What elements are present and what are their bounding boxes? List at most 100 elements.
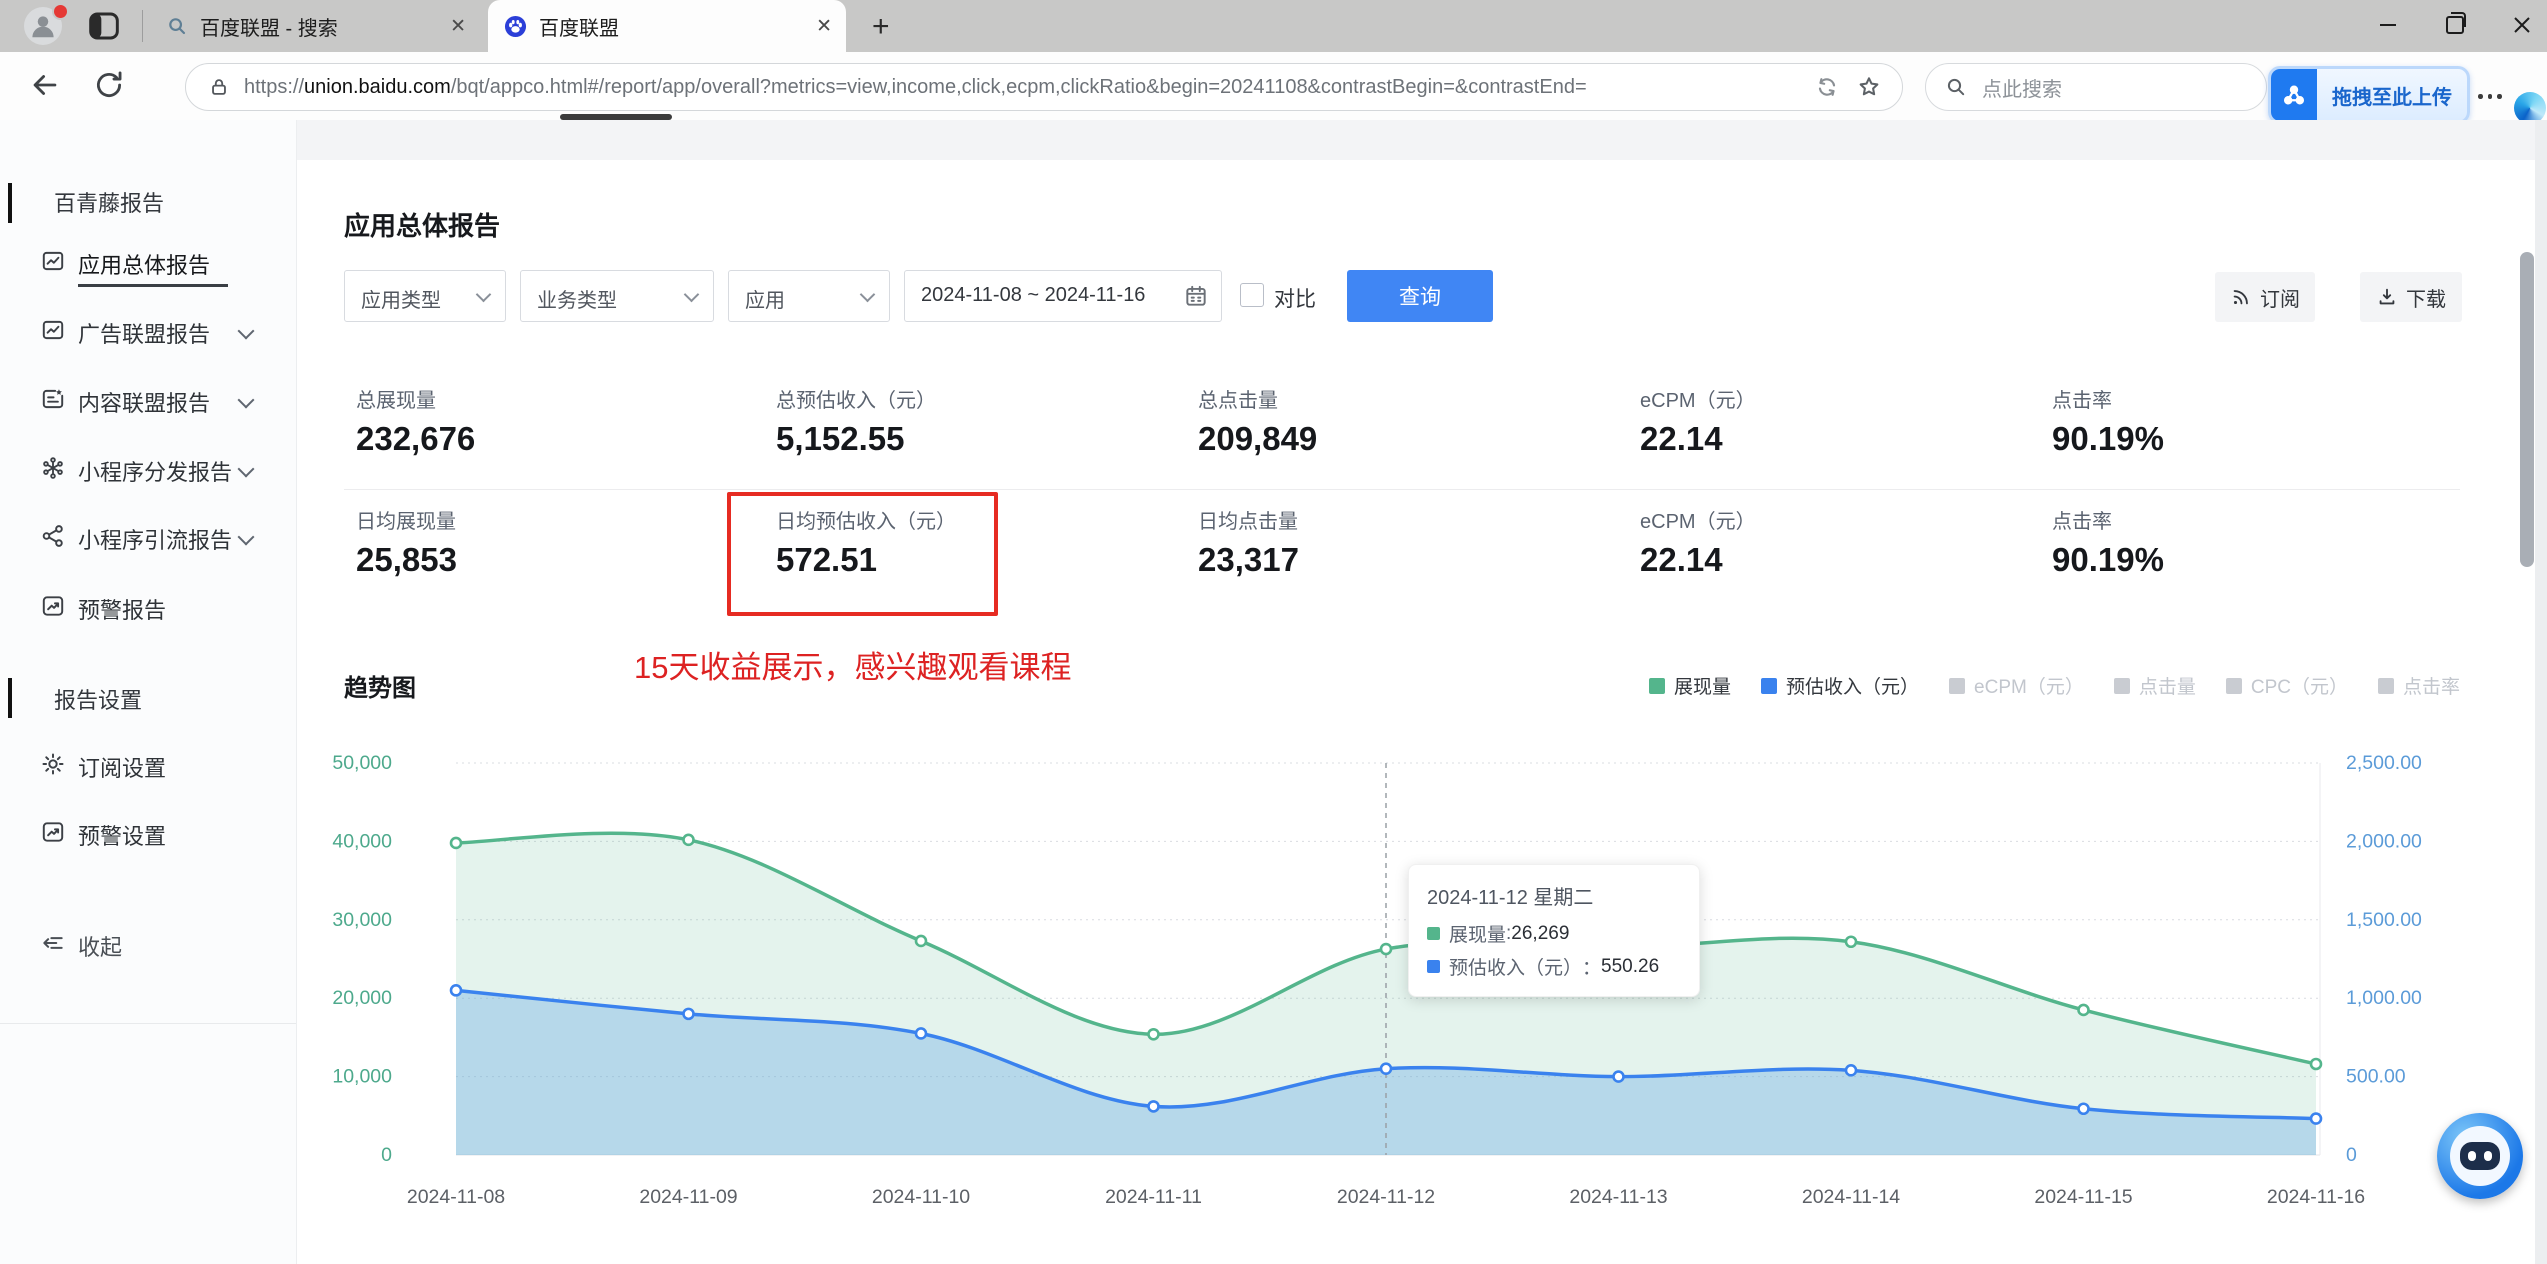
- distribution-icon: [40, 455, 66, 486]
- y-axis-tick-left: 30,000: [332, 909, 392, 931]
- y-axis-tick-right: 0: [2346, 1144, 2357, 1166]
- tooltip-date: 2024-11-12 星期二: [1427, 887, 1594, 909]
- data-point-marker[interactable]: [914, 934, 928, 948]
- sidebar-item-miniapp-distribution-report[interactable]: 小程序分发报告: [0, 447, 296, 491]
- compare-checkbox[interactable]: [1240, 283, 1264, 307]
- legend-item-ecpm[interactable]: eCPM（元）: [1949, 672, 2084, 699]
- search-icon: [166, 15, 188, 37]
- sidebar-item-content-union-report[interactable]: 内容联盟报告: [0, 378, 296, 422]
- gear-icon: [40, 751, 66, 782]
- chart-legend: 展现量 预估收入（元） eCPM（元） 点击量 CPC（元） 点击率: [1649, 672, 2460, 699]
- minimize-button[interactable]: [2358, 0, 2418, 50]
- sidebar-item-alert-report[interactable]: 预警报告: [0, 585, 296, 629]
- more-menu-button[interactable]: [2478, 94, 2502, 99]
- sidebar-section-reports: 百青藤报告: [54, 191, 165, 216]
- browser-tab-search[interactable]: 百度联盟 - 搜索 ✕: [150, 0, 480, 52]
- query-button[interactable]: 查询: [1347, 270, 1493, 322]
- x-axis-tick: 2024-11-13: [1569, 1186, 1667, 1208]
- data-point-marker[interactable]: [1844, 935, 1858, 949]
- y-axis-tick-left: 40,000: [332, 830, 392, 852]
- page-scrollbar-thumb[interactable]: [2520, 252, 2534, 567]
- data-point-marker[interactable]: [2309, 1112, 2323, 1125]
- back-button[interactable]: [28, 68, 62, 107]
- close-window-button[interactable]: [2492, 0, 2547, 50]
- y-axis-tick-left: 20,000: [332, 987, 392, 1009]
- data-point-marker[interactable]: [1379, 942, 1393, 956]
- y-axis-tick-left: 0: [381, 1144, 392, 1166]
- report-board-icon: [40, 248, 66, 279]
- business-type-select[interactable]: 业务类型: [520, 270, 714, 322]
- stat-value: 22.14: [1640, 420, 1723, 457]
- data-point-marker[interactable]: [1844, 1064, 1858, 1077]
- legend-item-ctr[interactable]: 点击率: [2377, 672, 2460, 699]
- stat-label: 点击率: [2052, 511, 2112, 533]
- stat-label: 总预估收入（元）: [776, 390, 936, 412]
- legend-item-view[interactable]: 展现量: [1649, 672, 1731, 699]
- download-icon: [2379, 288, 2395, 305]
- stat-value: 209,849: [1198, 420, 1318, 457]
- data-point-marker[interactable]: [449, 984, 463, 997]
- download-button[interactable]: 下载: [2360, 272, 2462, 322]
- data-point-marker[interactable]: [914, 1027, 928, 1040]
- stat-label: 日均点击量: [1198, 511, 1298, 533]
- alert-trend-icon: [40, 819, 66, 850]
- sidebar-item-miniapp-traffic-report[interactable]: 小程序引流报告: [0, 515, 296, 559]
- data-point-marker[interactable]: [1147, 1027, 1160, 1041]
- workspaces-icon[interactable]: [88, 11, 120, 46]
- data-point-marker[interactable]: [2077, 1102, 2090, 1116]
- data-point-marker[interactable]: [682, 1007, 695, 1021]
- chevron-down-icon: [237, 391, 255, 409]
- tab-divider: [142, 10, 143, 42]
- address-bar[interactable]: https://union.baidu.com/bqt/appco.html#/…: [185, 63, 1903, 111]
- data-point-marker[interactable]: [1612, 1070, 1625, 1083]
- data-point-marker[interactable]: [2309, 1057, 2323, 1071]
- assistant-robot-button[interactable]: [2437, 1113, 2523, 1199]
- date-range-picker[interactable]: 2024-11-08 ~ 2024-11-16: [904, 270, 1222, 322]
- new-tab-button[interactable]: +: [872, 10, 890, 44]
- x-axis-tick: 2024-11-10: [872, 1186, 970, 1208]
- page-top-strip: [296, 120, 2547, 160]
- calendar-icon: [1183, 283, 1209, 314]
- lock-icon[interactable]: [208, 76, 230, 98]
- data-point-marker[interactable]: [1147, 1100, 1160, 1113]
- browser-essentials-icon[interactable]: [1814, 74, 1840, 100]
- close-tab-icon[interactable]: ✕: [450, 15, 466, 38]
- subscribe-button[interactable]: 订阅: [2215, 272, 2315, 322]
- restore-button[interactable]: [2425, 0, 2485, 50]
- tooltip-row-income: 预估收入（元）： 550.26: [1427, 953, 1681, 980]
- sidebar-collapse-button[interactable]: 收起: [0, 922, 296, 966]
- sidebar-item-app-overall-report[interactable]: 应用总体报告: [0, 240, 296, 287]
- sidebar-item-label: 订阅设置: [78, 756, 167, 781]
- legend-item-click[interactable]: 点击量: [2113, 672, 2196, 699]
- netdisk-upload-button[interactable]: 拖拽至此上传: [2268, 66, 2470, 124]
- app-select[interactable]: 应用: [728, 270, 890, 322]
- favorite-star-icon[interactable]: [1856, 74, 1882, 100]
- window-scrollbar-track[interactable]: [2535, 120, 2547, 1264]
- data-point-marker[interactable]: [2077, 1003, 2090, 1017]
- x-axis-tick: 2024-11-15: [2034, 1186, 2132, 1208]
- sidebar-item-ad-union-report[interactable]: 广告联盟报告: [0, 309, 296, 353]
- legend-item-cpc[interactable]: CPC（元）: [2225, 672, 2348, 699]
- data-point-marker[interactable]: [1379, 1062, 1393, 1076]
- sidebar-item-alert-settings[interactable]: 预警设置: [0, 811, 296, 855]
- data-point-marker[interactable]: [449, 836, 463, 850]
- sidebar-item-label: 预警报告: [78, 598, 167, 623]
- stats-divider: [344, 489, 2460, 490]
- browser-toolbar: https://union.baidu.com/bqt/appco.html#/…: [0, 52, 2547, 124]
- sidebar-section-settings: 报告设置: [54, 688, 143, 713]
- legend-item-income[interactable]: 预估收入（元）: [1761, 672, 1919, 699]
- refresh-button[interactable]: [92, 68, 126, 107]
- stat-value: 23,317: [1198, 541, 1299, 578]
- app-type-select[interactable]: 应用类型: [344, 270, 506, 322]
- x-axis-tick: 2024-11-09: [639, 1186, 737, 1208]
- quick-search-box[interactable]: 点此搜索: [1925, 63, 2267, 111]
- browser-tab-baidu-union[interactable]: 百度联盟 ✕: [488, 0, 846, 52]
- chevron-down-icon: [859, 286, 876, 303]
- close-tab-icon[interactable]: ✕: [816, 15, 832, 38]
- content-report-icon: [40, 386, 66, 417]
- compare-label: 对比: [1274, 288, 1316, 311]
- sidebar-item-subscription-settings[interactable]: 订阅设置: [0, 743, 296, 787]
- data-point-marker[interactable]: [682, 833, 695, 847]
- sidebar-item-label: 预警设置: [78, 824, 167, 849]
- red-highlight-box: [727, 492, 998, 616]
